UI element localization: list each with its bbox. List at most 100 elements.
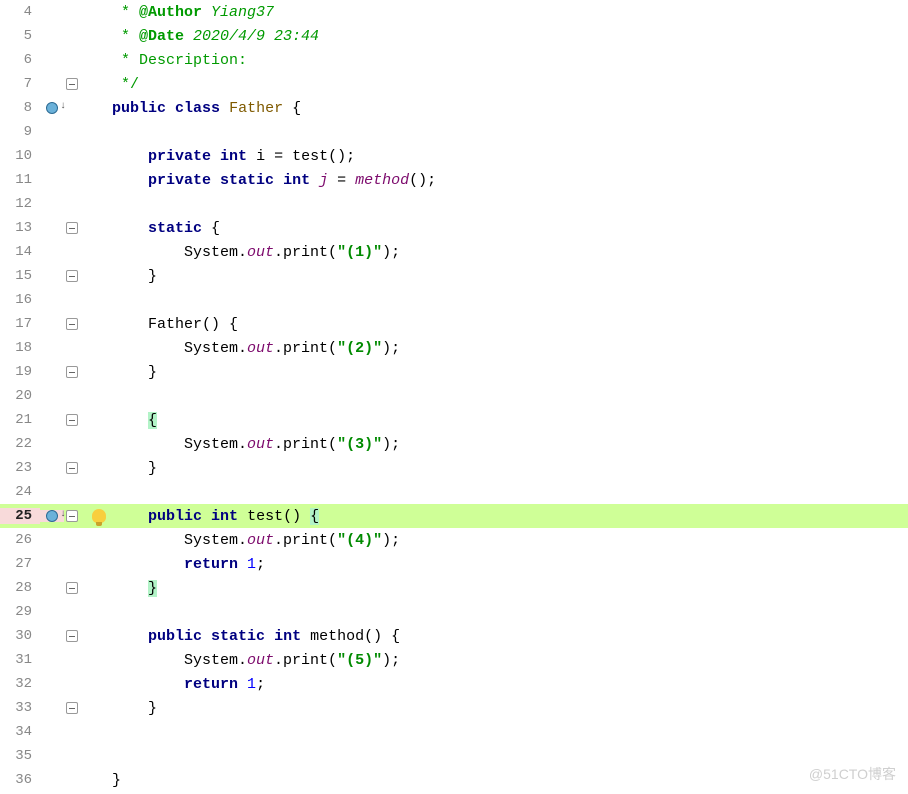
code-line[interactable]: 14 System.out.print("(1)");: [0, 240, 908, 264]
code-text[interactable]: static {: [108, 220, 220, 237]
code-line[interactable]: 22 System.out.print("(3)");: [0, 432, 908, 456]
fold-open-icon[interactable]: [66, 222, 78, 234]
code-text[interactable]: public int test() {: [108, 508, 319, 525]
line-number: 7: [0, 76, 40, 92]
line-number: 36: [0, 772, 40, 788]
line-number: 28: [0, 580, 40, 596]
line-number: 18: [0, 340, 40, 356]
code-line[interactable]: 20: [0, 384, 908, 408]
code-text[interactable]: }: [108, 460, 157, 477]
code-text[interactable]: Father() {: [108, 316, 238, 333]
gutter-marks: [40, 510, 64, 522]
fold-close-icon[interactable]: [66, 78, 78, 90]
override-icon[interactable]: [46, 102, 58, 114]
code-line[interactable]: 27 return 1;: [0, 552, 908, 576]
code-line[interactable]: 11 private static int j = method();: [0, 168, 908, 192]
code-text[interactable]: }: [108, 268, 157, 285]
line-number: 30: [0, 628, 40, 644]
code-line[interactable]: 30 public static int method() {: [0, 624, 908, 648]
code-text[interactable]: }: [108, 580, 157, 597]
line-number: 22: [0, 436, 40, 452]
code-line[interactable]: 5 * @Date 2020/4/9 23:44: [0, 24, 908, 48]
line-number: 23: [0, 460, 40, 476]
line-number: 35: [0, 748, 40, 764]
code-line[interactable]: 24: [0, 480, 908, 504]
code-text[interactable]: System.out.print("(5)");: [108, 652, 400, 669]
fold-gutter: [64, 510, 80, 522]
code-text[interactable]: }: [108, 700, 157, 717]
code-text[interactable]: {: [108, 412, 157, 429]
code-text[interactable]: * @Author Yiang37: [108, 4, 274, 21]
fold-gutter: [64, 270, 80, 282]
line-number: 34: [0, 724, 40, 740]
code-line[interactable]: 33 }: [0, 696, 908, 720]
fold-open-icon[interactable]: [66, 510, 78, 522]
code-text[interactable]: public static int method() {: [108, 628, 400, 645]
code-line[interactable]: 12: [0, 192, 908, 216]
code-line[interactable]: 7 */: [0, 72, 908, 96]
line-number: 24: [0, 484, 40, 500]
code-text[interactable]: }: [108, 364, 157, 381]
line-number: 15: [0, 268, 40, 284]
fold-close-icon[interactable]: [66, 462, 78, 474]
code-line[interactable]: 28 }: [0, 576, 908, 600]
code-line[interactable]: 23 }: [0, 456, 908, 480]
fold-open-icon[interactable]: [66, 318, 78, 330]
intention-bulb-icon[interactable]: [90, 509, 108, 523]
line-number: 20: [0, 388, 40, 404]
code-text[interactable]: */: [108, 76, 139, 93]
code-line[interactable]: 6 * Description:: [0, 48, 908, 72]
line-number: 14: [0, 244, 40, 260]
code-text[interactable]: return 1;: [108, 676, 265, 693]
code-text[interactable]: private int i = test();: [108, 148, 355, 165]
code-text[interactable]: * @Date 2020/4/9 23:44: [108, 28, 319, 45]
code-line[interactable]: 26 System.out.print("(4)");: [0, 528, 908, 552]
code-text[interactable]: public class Father {: [108, 100, 301, 117]
code-line[interactable]: 36}: [0, 768, 908, 792]
code-line[interactable]: 15 }: [0, 264, 908, 288]
fold-close-icon[interactable]: [66, 366, 78, 378]
code-line[interactable]: 16: [0, 288, 908, 312]
gutter-marks: [40, 102, 64, 114]
line-number: 17: [0, 316, 40, 332]
line-number: 21: [0, 412, 40, 428]
fold-gutter: [64, 318, 80, 330]
code-text[interactable]: System.out.print("(4)");: [108, 532, 400, 549]
code-text[interactable]: System.out.print("(1)");: [108, 244, 400, 261]
code-line[interactable]: 4 * @Author Yiang37: [0, 0, 908, 24]
line-number: 31: [0, 652, 40, 668]
code-text[interactable]: System.out.print("(3)");: [108, 436, 400, 453]
code-line[interactable]: 8 public class Father {: [0, 96, 908, 120]
fold-close-icon[interactable]: [66, 702, 78, 714]
code-line[interactable]: 35: [0, 744, 908, 768]
fold-close-icon[interactable]: [66, 270, 78, 282]
code-line[interactable]: 25 public int test() {: [0, 504, 908, 528]
fold-open-icon[interactable]: [66, 630, 78, 642]
code-editor[interactable]: 4 * @Author Yiang375 * @Date 2020/4/9 23…: [0, 0, 908, 792]
line-number: 5: [0, 28, 40, 44]
line-number: 4: [0, 4, 40, 20]
code-line[interactable]: 32 return 1;: [0, 672, 908, 696]
fold-open-icon[interactable]: [66, 414, 78, 426]
code-line[interactable]: 9: [0, 120, 908, 144]
line-number: 8: [0, 100, 40, 116]
code-line[interactable]: 29: [0, 600, 908, 624]
code-text[interactable]: * Description:: [108, 52, 247, 69]
code-line[interactable]: 19 }: [0, 360, 908, 384]
code-line[interactable]: 17 Father() {: [0, 312, 908, 336]
watermark: @51CTO博客: [809, 764, 896, 784]
fold-close-icon[interactable]: [66, 582, 78, 594]
code-line[interactable]: 13 static {: [0, 216, 908, 240]
code-text[interactable]: }: [108, 772, 121, 789]
code-text[interactable]: return 1;: [108, 556, 265, 573]
fold-gutter: [64, 702, 80, 714]
code-line[interactable]: 21 {: [0, 408, 908, 432]
fold-gutter: [64, 582, 80, 594]
code-line[interactable]: 18 System.out.print("(2)");: [0, 336, 908, 360]
code-line[interactable]: 31 System.out.print("(5)");: [0, 648, 908, 672]
code-text[interactable]: System.out.print("(2)");: [108, 340, 400, 357]
code-line[interactable]: 10 private int i = test();: [0, 144, 908, 168]
override-icon[interactable]: [46, 510, 58, 522]
code-text[interactable]: private static int j = method();: [108, 172, 436, 189]
code-line[interactable]: 34: [0, 720, 908, 744]
